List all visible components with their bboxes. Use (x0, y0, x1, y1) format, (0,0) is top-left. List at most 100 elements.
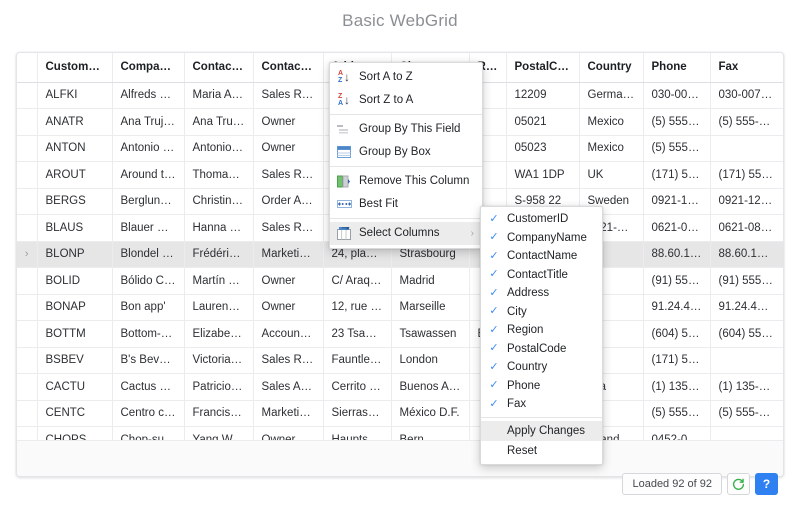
menu-separator (330, 218, 482, 219)
menu-item-label: Best Fit (359, 198, 474, 210)
table-cell: BLAUS (37, 215, 112, 242)
table-cell: Mexico (579, 135, 643, 162)
menu-item-label: Sort A to Z (359, 71, 474, 83)
column-toggle-item[interactable]: ✓Country (481, 358, 602, 377)
column-header[interactable]: Company... (112, 53, 184, 82)
loaded-count: Loaded 92 of 92 (622, 473, 722, 495)
table-cell: Laurence ... (184, 294, 253, 321)
menu-item[interactable]: Group By This Field (330, 118, 482, 141)
table-row[interactable]: BSBEVB's Bevera...Victoria As...Sales Re… (17, 347, 783, 374)
grid-statusbar: Loaded 92 of 92 ? (622, 473, 778, 495)
table-cell: (171) 555-... (710, 162, 783, 189)
column-toggle-label: CompanyName (507, 232, 587, 244)
menu-item[interactable]: ZA↓ Sort Z to A (330, 89, 482, 112)
table-cell: Thomas H... (184, 162, 253, 189)
table-cell: Patricio Si... (184, 374, 253, 401)
menu-item-label: Apply Changes (507, 425, 585, 437)
table-cell: 0621-08924 (710, 215, 783, 242)
row-expand-icon[interactable] (17, 294, 37, 321)
checkmark-icon: ✓ (487, 380, 501, 391)
menu-item[interactable]: Remove This Column (330, 170, 482, 193)
refresh-button[interactable] (727, 473, 750, 495)
table-row[interactable]: CACTUCactus Co...Patricio Si...Sales Age… (17, 374, 783, 401)
table-cell: (5) 555-3932 (643, 135, 710, 162)
menu-item[interactable]: Select Columns› (330, 222, 482, 245)
row-expand-icon[interactable] (17, 215, 37, 242)
column-toggle-item[interactable]: ✓PostalCode (481, 340, 602, 359)
row-expand-icon[interactable] (17, 188, 37, 215)
table-cell: (5) 555-3392 (643, 400, 710, 427)
column-toggle-item[interactable]: ✓CustomerID (481, 210, 602, 229)
table-cell: (604) 555-... (643, 321, 710, 348)
table-row[interactable]: BOLIDBólido Co...Martín So...OwnerC/ Ara… (17, 268, 783, 295)
page-title: Basic WebGrid (0, 11, 800, 31)
menu-item[interactable]: Best Fit (330, 193, 482, 216)
refresh-icon (732, 478, 745, 491)
group-by-field-icon (336, 121, 352, 137)
row-expand-icon[interactable]: › (17, 241, 37, 268)
table-cell: Marketing ... (253, 400, 323, 427)
best-fit-icon (336, 196, 352, 212)
table-cell: Sales Repr... (253, 347, 323, 374)
column-toggle-item[interactable]: ✓Address (481, 284, 602, 303)
row-expand-icon[interactable] (17, 400, 37, 427)
checkmark-icon: ✓ (487, 251, 501, 262)
checkmark-icon: ✓ (487, 232, 501, 243)
table-cell: AROUT (37, 162, 112, 189)
menu-item[interactable]: AZ↓Sort A to Z (330, 66, 482, 89)
row-expand-icon[interactable] (17, 135, 37, 162)
column-header[interactable]: ContactTitle (253, 53, 323, 82)
table-cell: Frédérique... (184, 241, 253, 268)
table-cell: Sales Agent (253, 374, 323, 401)
column-toggle-item[interactable]: ✓Region (481, 321, 602, 340)
table-cell: Centro co... (112, 400, 184, 427)
sort-descending-icon: ZA↓ (336, 92, 352, 108)
column-toggle-item[interactable]: ✓City (481, 303, 602, 322)
column-header[interactable]: Country (579, 53, 643, 82)
table-cell: 23 Tsawas... (323, 321, 391, 348)
select-columns-submenu: ✓CustomerID✓CompanyName✓ContactName✓Cont… (480, 206, 603, 465)
column-toggle-item[interactable]: ✓Phone (481, 377, 602, 396)
menu-item-label: Sort Z to A (359, 94, 474, 106)
table-row[interactable]: CENTCCentro co...Francisco ...Marketing … (17, 400, 783, 427)
checkmark-icon: ✓ (487, 362, 501, 373)
row-expand-icon[interactable] (17, 109, 37, 136)
table-cell: ANTON (37, 135, 112, 162)
column-header[interactable]: Fax (710, 53, 783, 82)
row-expand-icon[interactable] (17, 321, 37, 348)
table-cell: (91) 555 2... (643, 268, 710, 295)
column-header[interactable]: PostalCode (506, 53, 579, 82)
column-toggle-item[interactable]: ✓ContactTitle (481, 266, 602, 285)
table-cell: Martín So... (184, 268, 253, 295)
column-toggle-item[interactable]: ✓Fax (481, 395, 602, 414)
row-expand-icon[interactable] (17, 374, 37, 401)
table-row[interactable]: BONAPBon app'Laurence ...Owner12, rue de… (17, 294, 783, 321)
table-cell: 0921-12 3... (710, 188, 783, 215)
column-header[interactable]: ContactN... (184, 53, 253, 82)
menu-separator (330, 166, 482, 167)
table-cell: Order Adm... (253, 188, 323, 215)
apply-changes-button[interactable]: Apply Changes (481, 421, 602, 441)
menu-item[interactable]: Group By Box (330, 141, 482, 164)
table-cell: BONAP (37, 294, 112, 321)
table-cell: 88.60.15.32 (710, 241, 783, 268)
checkmark-icon: ✓ (487, 399, 501, 410)
menu-separator (330, 114, 482, 115)
table-cell: Maria And... (184, 82, 253, 109)
row-expand-icon[interactable] (17, 162, 37, 189)
column-toggle-item[interactable]: ✓ContactName (481, 247, 602, 266)
reset-button[interactable]: Reset (481, 441, 602, 461)
column-toggle-label: CustomerID (507, 213, 568, 225)
column-header[interactable]: CustomerID (37, 53, 112, 82)
table-cell: Cactus Co... (112, 374, 184, 401)
row-expand-icon[interactable] (17, 268, 37, 295)
help-button[interactable]: ? (755, 473, 778, 495)
row-expand-icon[interactable] (17, 82, 37, 109)
table-cell: 12, rue de... (323, 294, 391, 321)
table-cell: BOTTM (37, 321, 112, 348)
table-cell: Around the... (112, 162, 184, 189)
column-header[interactable]: Phone (643, 53, 710, 82)
table-row[interactable]: BOTTMBottom-D...Elizabeth L...Accountin.… (17, 321, 783, 348)
row-expand-icon[interactable] (17, 347, 37, 374)
column-toggle-item[interactable]: ✓ CompanyName (481, 229, 602, 248)
